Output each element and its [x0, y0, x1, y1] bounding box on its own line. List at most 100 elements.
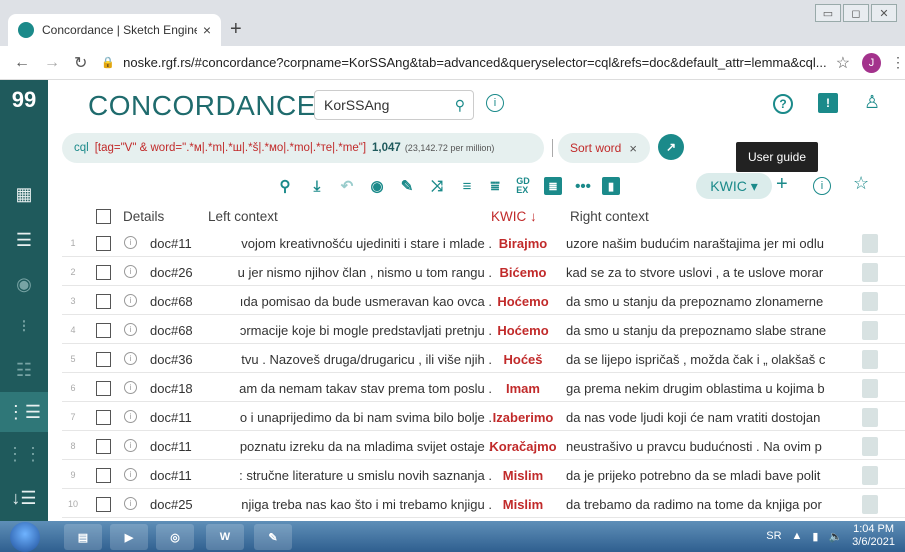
dashboard-icon[interactable]: ▦: [0, 174, 48, 214]
sort-icon[interactable]: ≡: [456, 175, 478, 197]
select-all-checkbox[interactable]: [96, 209, 111, 224]
frequency-icon[interactable]: ≣: [544, 177, 562, 195]
doc-reference[interactable]: doc#18: [150, 381, 193, 396]
copy-icon[interactable]: [862, 292, 878, 311]
table-row[interactable]: 1 i doc#11 vojom kreativnošću ujediniti i s…: [62, 231, 905, 257]
row-info-icon[interactable]: i: [124, 410, 137, 423]
sketch-engine-logo-icon[interactable]: 99: [0, 80, 48, 120]
word-list-icon[interactable]: ☷: [0, 350, 48, 390]
copy-icon[interactable]: [862, 321, 878, 340]
language-indicator[interactable]: SR: [766, 530, 781, 542]
row-info-icon[interactable]: i: [124, 236, 137, 249]
filter-icon[interactable]: ⩸: [484, 175, 506, 197]
header-right-context[interactable]: Right context: [570, 209, 649, 224]
table-row[interactable]: 4 i doc#68 ɔrmacije koje bi mogle predstavl…: [62, 318, 905, 344]
network-icon[interactable]: ▮: [812, 530, 818, 543]
row-checkbox[interactable]: [96, 323, 111, 338]
file-explorer-icon[interactable]: ▤: [64, 524, 102, 550]
copy-icon[interactable]: [862, 350, 878, 369]
sort-chip[interactable]: Sort word ×: [558, 133, 650, 163]
kwic-word[interactable]: Mislim: [464, 468, 582, 483]
doc-reference[interactable]: doc#68: [150, 323, 193, 338]
browser-menu-icon[interactable]: ⋮: [891, 54, 905, 71]
corpus-info-icon[interactable]: i: [486, 94, 504, 112]
thesaurus-icon[interactable]: ⁝: [0, 306, 48, 346]
row-checkbox[interactable]: [96, 439, 111, 454]
profile-avatar[interactable]: J: [862, 52, 881, 73]
kwic-word[interactable]: Birajmo: [464, 236, 582, 251]
header-left-context[interactable]: Left context: [208, 209, 278, 224]
media-player-icon[interactable]: ▶: [110, 524, 148, 550]
tray-arrow-icon[interactable]: ▲: [792, 530, 803, 542]
tab-close-icon[interactable]: ×: [203, 22, 211, 38]
row-checkbox[interactable]: [96, 294, 111, 309]
copy-icon[interactable]: [862, 408, 878, 427]
table-row[interactable]: 9 i doc#11: stručne literature u smislu no…: [62, 463, 905, 489]
view-mode-select[interactable]: KWIC ▾: [696, 173, 772, 199]
kwic-word[interactable]: Koračajmo: [464, 439, 582, 454]
user-icon[interactable]: ♙: [864, 92, 880, 113]
doc-reference[interactable]: doc#11: [150, 236, 192, 251]
row-info-icon[interactable]: i: [124, 294, 137, 307]
start-button[interactable]: [10, 522, 40, 552]
row-info-icon[interactable]: i: [124, 265, 137, 278]
minimize-icon[interactable]: ▭: [815, 4, 841, 22]
row-checkbox[interactable]: [96, 410, 111, 425]
url-field[interactable]: 🔒 noske.rgf.rs/#concordance?corpname=Kor…: [101, 55, 831, 70]
copy-icon[interactable]: [862, 263, 878, 282]
table-row[interactable]: 2 i doc#26 u jer nismo njihov član , nismo …: [62, 260, 905, 286]
doc-reference[interactable]: doc#25: [150, 497, 193, 512]
search-icon[interactable]: ⚲: [455, 97, 465, 114]
go-arrow-button[interactable]: ↗: [658, 134, 684, 160]
copy-icon[interactable]: [862, 495, 878, 514]
shuffle-icon[interactable]: ⤨: [426, 175, 448, 197]
table-row[interactable]: 6 i doc#18 am da nemam takav stav prema tom…: [62, 376, 905, 402]
add-icon[interactable]: +: [776, 173, 788, 196]
circle-tool-icon[interactable]: ◉: [0, 264, 48, 304]
kwic-word[interactable]: Hoćemo: [464, 294, 582, 309]
view-eye-icon[interactable]: ◉: [366, 175, 388, 197]
new-tab-button[interactable]: +: [230, 18, 242, 41]
corpus-list-icon[interactable]: ☰: [0, 220, 48, 260]
kwic-word[interactable]: Imam: [464, 381, 582, 396]
close-window-icon[interactable]: ✕: [871, 4, 897, 22]
doc-reference[interactable]: doc#26: [150, 265, 193, 280]
feedback-icon[interactable]: !: [818, 93, 838, 113]
undo-icon[interactable]: ↶: [336, 175, 358, 197]
maximize-icon[interactable]: ◻: [843, 4, 869, 22]
header-kwic[interactable]: KWIC ↓: [491, 209, 537, 224]
gdex-icon[interactable]: GD EX: [512, 175, 534, 197]
row-info-icon[interactable]: i: [124, 352, 137, 365]
sort-remove-icon[interactable]: ×: [629, 141, 637, 156]
back-arrow-icon[interactable]: ←: [14, 54, 30, 72]
copy-icon[interactable]: [862, 379, 878, 398]
refine-search-icon[interactable]: ⚲: [274, 175, 296, 197]
paint-icon[interactable]: ✎: [254, 524, 292, 550]
kwic-word[interactable]: Izaberimo: [464, 410, 582, 425]
row-checkbox[interactable]: [96, 497, 111, 512]
row-checkbox[interactable]: [96, 468, 111, 483]
table-row[interactable]: 7 i doc#11 o i unaprijedimo da bi nam svima…: [62, 405, 905, 431]
row-info-icon[interactable]: i: [124, 323, 137, 336]
doc-reference[interactable]: doc#11: [150, 410, 192, 425]
row-info-icon[interactable]: i: [124, 497, 137, 510]
kwic-word[interactable]: Hoćemo: [464, 323, 582, 338]
doc-reference[interactable]: doc#68: [150, 294, 193, 309]
colour-tool-icon[interactable]: ✎: [396, 175, 418, 197]
statistics-icon[interactable]: ▮: [602, 177, 620, 195]
clock[interactable]: 1:04 PM 3/6/2021: [852, 523, 895, 549]
row-checkbox[interactable]: [96, 381, 111, 396]
row-info-icon[interactable]: i: [124, 468, 137, 481]
table-row[interactable]: 5 i doc#36 tvu . Nazoveš druga/drugaricu , …: [62, 347, 905, 373]
info-icon[interactable]: i: [813, 177, 831, 195]
parallel-concordance-icon[interactable]: ⋮⋮: [0, 434, 48, 474]
browser-tab[interactable]: Concordance | Sketch Engine ×: [8, 14, 221, 46]
doc-reference[interactable]: doc#36: [150, 352, 193, 367]
reload-icon[interactable]: ↻: [74, 53, 87, 73]
row-info-icon[interactable]: i: [124, 381, 137, 394]
bookmark-star-icon[interactable]: ☆: [836, 53, 850, 73]
favourite-star-icon[interactable]: ☆: [853, 173, 869, 194]
kwic-word[interactable]: Bićemo: [464, 265, 582, 280]
chrome-icon[interactable]: ◎: [156, 524, 194, 550]
concordance-icon[interactable]: ⋮☰: [0, 392, 48, 432]
